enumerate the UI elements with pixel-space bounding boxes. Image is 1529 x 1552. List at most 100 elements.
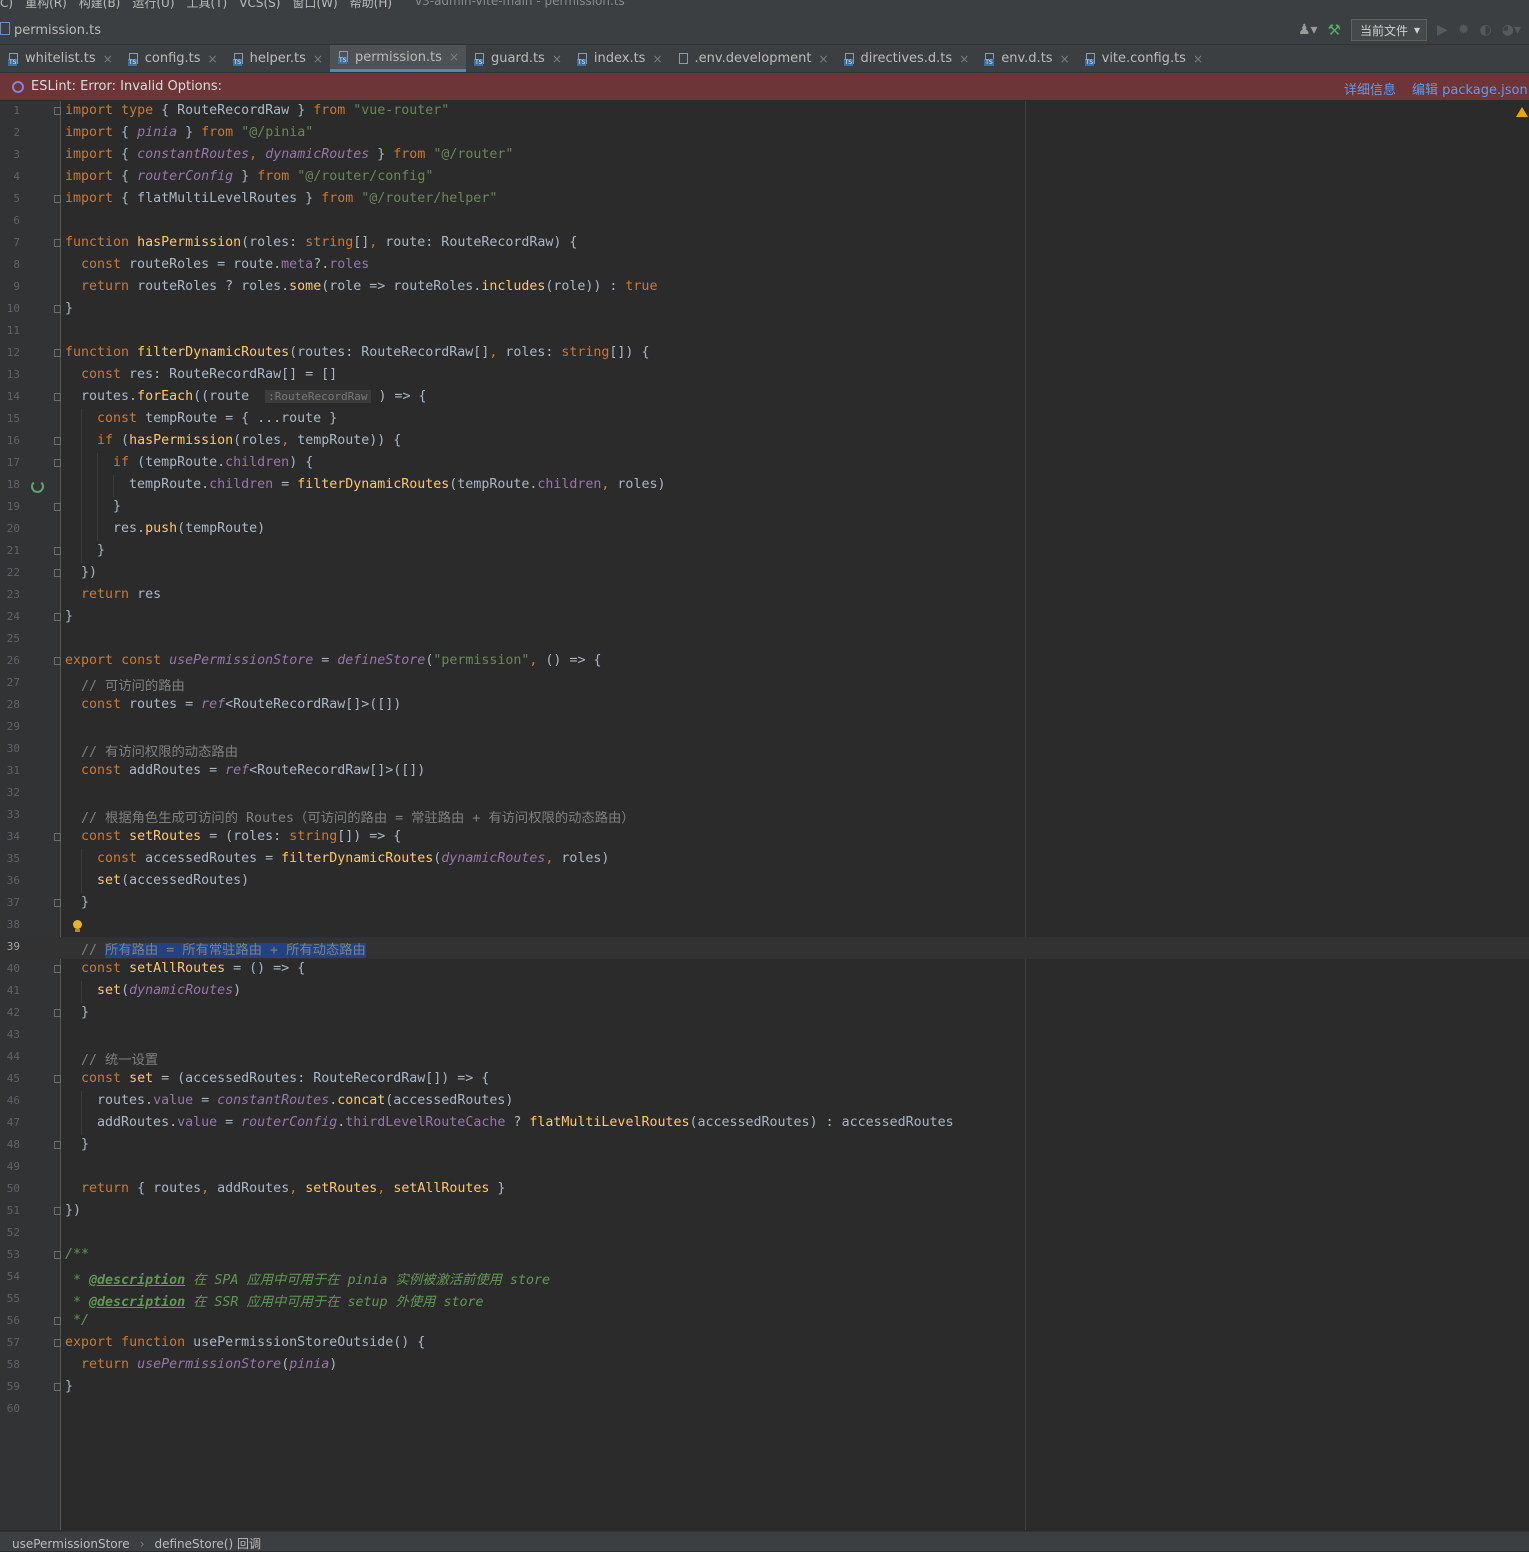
- debug-icon[interactable]: ✹: [1458, 22, 1470, 38]
- fold-marker-icon[interactable]: [54, 305, 61, 313]
- nav-breadcrumb-file[interactable]: permission.ts: [0, 22, 101, 38]
- code-line[interactable]: 31 const addRoutes = ref<RouteRecordRaw[…: [0, 761, 1529, 783]
- code-line[interactable]: 14 routes.forEach((route :RouteRecordRaw…: [0, 387, 1529, 409]
- fold-marker-icon[interactable]: [54, 107, 61, 115]
- code-line[interactable]: 60: [0, 1399, 1529, 1421]
- code-line[interactable]: 48 }: [0, 1135, 1529, 1157]
- close-icon[interactable]: ×: [208, 52, 218, 66]
- code-line[interactable]: 42 }: [0, 1003, 1529, 1025]
- menu-item[interactable]: 重构(R): [25, 0, 67, 10]
- code-line[interactable]: 43: [0, 1025, 1529, 1047]
- code-line[interactable]: 40 const setAllRoutes = () => {: [0, 959, 1529, 981]
- user-account-icon[interactable]: ♟▾: [1298, 22, 1318, 38]
- code-line[interactable]: 53 /**: [0, 1245, 1529, 1267]
- fold-marker-icon[interactable]: [54, 437, 61, 445]
- code-line[interactable]: 6: [0, 211, 1529, 233]
- tab-whitelist-ts[interactable]: whitelist.ts ×: [0, 45, 120, 72]
- code-line[interactable]: 22 }): [0, 563, 1529, 585]
- tab-permission-ts[interactable]: permission.ts ×: [329, 45, 466, 72]
- code-line[interactable]: 30 // 有访问权限的动态路由: [0, 739, 1529, 761]
- code-line[interactable]: 11: [0, 321, 1529, 343]
- code-line[interactable]: 59}: [0, 1377, 1529, 1399]
- fold-marker-icon[interactable]: [54, 833, 61, 841]
- code-line[interactable]: 46 routes.value = constantRoutes.concat(…: [0, 1091, 1529, 1113]
- code-line[interactable]: 36 set(accessedRoutes): [0, 871, 1529, 893]
- tab-guard-ts[interactable]: guard.ts ×: [466, 45, 569, 72]
- tab-directives-d-ts[interactable]: directives.d.ts ×: [836, 45, 977, 72]
- code-line[interactable]: 56 */: [0, 1311, 1529, 1333]
- menu-item[interactable]: C): [0, 0, 13, 10]
- code-line[interactable]: 20 res.push(tempRoute): [0, 519, 1529, 541]
- code-line[interactable]: 33 // 根据角色生成可访问的 Routes（可访问的路由 = 常驻路由 + …: [0, 805, 1529, 827]
- fold-marker-icon[interactable]: [54, 1141, 61, 1149]
- code-editor[interactable]: 1 import type { RouteRecordRaw } from "vu…: [0, 101, 1529, 1530]
- run-config-select[interactable]: 当前文件 ▾: [1350, 19, 1428, 41]
- tab-env-development[interactable]: .env.development ×: [670, 45, 836, 72]
- code-line[interactable]: 12 function filterDynamicRoutes(routes: R…: [0, 343, 1529, 365]
- code-line[interactable]: 29: [0, 717, 1529, 739]
- code-line[interactable]: 23 return res: [0, 585, 1529, 607]
- code-line[interactable]: 16 if (hasPermission(roles, tempRoute)) …: [0, 431, 1529, 453]
- code-line[interactable]: 45 const set = (accessedRoutes: RouteRec…: [0, 1069, 1529, 1091]
- tab-helper-ts[interactable]: helper.ts ×: [225, 45, 330, 72]
- code-line[interactable]: 3 import { constantRoutes, dynamicRoutes …: [0, 145, 1529, 167]
- run-icon[interactable]: ▶: [1437, 22, 1448, 38]
- code-line[interactable]: 52: [0, 1223, 1529, 1245]
- code-line[interactable]: 24}: [0, 607, 1529, 629]
- breadcrumb-item[interactable]: usePermissionStore: [12, 1537, 130, 1551]
- fold-marker-icon[interactable]: [54, 349, 61, 357]
- code-line[interactable]: 41 set(dynamicRoutes): [0, 981, 1529, 1003]
- code-line[interactable]: 38: [0, 915, 1529, 937]
- close-icon[interactable]: ×: [652, 52, 662, 66]
- code-line[interactable]: 39 // 所有路由 = 所有常驻路由 + 所有动态路由: [0, 937, 1529, 959]
- close-icon[interactable]: ×: [818, 52, 828, 66]
- fold-marker-icon[interactable]: [54, 459, 61, 467]
- edit-package-json-link[interactable]: 编辑 package.json: [1412, 79, 1528, 98]
- tab-index-ts[interactable]: index.ts ×: [569, 45, 670, 72]
- code-line[interactable]: 17 if (tempRoute.children) {: [0, 453, 1529, 475]
- menu-item[interactable]: 构建(B): [79, 0, 121, 10]
- build-hammer-icon[interactable]: ⚒: [1328, 21, 1341, 39]
- menu-item[interactable]: 窗口(W): [292, 0, 337, 10]
- code-line[interactable]: 57 export function usePermissionStoreOuts…: [0, 1333, 1529, 1355]
- code-line[interactable]: 15 const tempRoute = { ...route }: [0, 409, 1529, 431]
- code-line[interactable]: 8 const routeRoles = route.meta?.roles: [0, 255, 1529, 277]
- close-icon[interactable]: ×: [959, 52, 969, 66]
- profile-icon[interactable]: ◕▾: [1502, 22, 1521, 38]
- code-line[interactable]: 10}: [0, 299, 1529, 321]
- fold-marker-icon[interactable]: [54, 569, 61, 577]
- code-line[interactable]: 9 return routeRoles ? roles.some(role =>…: [0, 277, 1529, 299]
- tab-config-ts[interactable]: config.ts ×: [120, 45, 225, 72]
- menu-item[interactable]: 工具(T): [187, 0, 228, 10]
- code-line[interactable]: 13 const res: RouteRecordRaw[] = []: [0, 365, 1529, 387]
- tab-env-d-ts[interactable]: env.d.ts ×: [976, 45, 1076, 72]
- code-line[interactable]: 19 }: [0, 497, 1529, 519]
- fold-marker-icon[interactable]: [54, 1009, 61, 1017]
- code-line[interactable]: 25: [0, 629, 1529, 651]
- fold-marker-icon[interactable]: [54, 657, 61, 665]
- menu-item[interactable]: VCS(S): [239, 0, 280, 10]
- fold-marker-icon[interactable]: [54, 1383, 61, 1391]
- fold-marker-icon[interactable]: [54, 1207, 61, 1215]
- fold-marker-icon[interactable]: [54, 899, 61, 907]
- code-line[interactable]: 28 const routes = ref<RouteRecordRaw[]>(…: [0, 695, 1529, 717]
- code-line[interactable]: 32: [0, 783, 1529, 805]
- details-link[interactable]: 详细信息: [1344, 79, 1396, 98]
- code-line[interactable]: 44 // 统一设置: [0, 1047, 1529, 1069]
- close-icon[interactable]: ×: [449, 50, 459, 64]
- code-line[interactable]: 54 * @description 在 SPA 应用中可用于在 pinia 实例…: [0, 1267, 1529, 1289]
- code-line[interactable]: 58 return usePermissionStore(pinia): [0, 1355, 1529, 1377]
- menu-item[interactable]: 运行(U): [132, 0, 174, 10]
- code-line[interactable]: 55 * @description 在 SSR 应用中可用于在 setup 外使…: [0, 1289, 1529, 1311]
- coverage-icon[interactable]: ◐: [1480, 22, 1492, 38]
- fold-marker-icon[interactable]: [54, 613, 61, 621]
- code-line[interactable]: 47 addRoutes.value = routerConfig.thirdL…: [0, 1113, 1529, 1135]
- close-icon[interactable]: ×: [552, 52, 562, 66]
- code-line[interactable]: 26 export const usePermissionStore = defi…: [0, 651, 1529, 673]
- menu-item[interactable]: 帮助(H): [350, 0, 392, 10]
- close-icon[interactable]: ×: [103, 52, 113, 66]
- code-line[interactable]: 50 return { routes, addRoutes, setRoutes…: [0, 1179, 1529, 1201]
- code-line[interactable]: 7 function hasPermission(roles: string[],…: [0, 233, 1529, 255]
- close-icon[interactable]: ×: [1060, 52, 1070, 66]
- code-line[interactable]: 21 }: [0, 541, 1529, 563]
